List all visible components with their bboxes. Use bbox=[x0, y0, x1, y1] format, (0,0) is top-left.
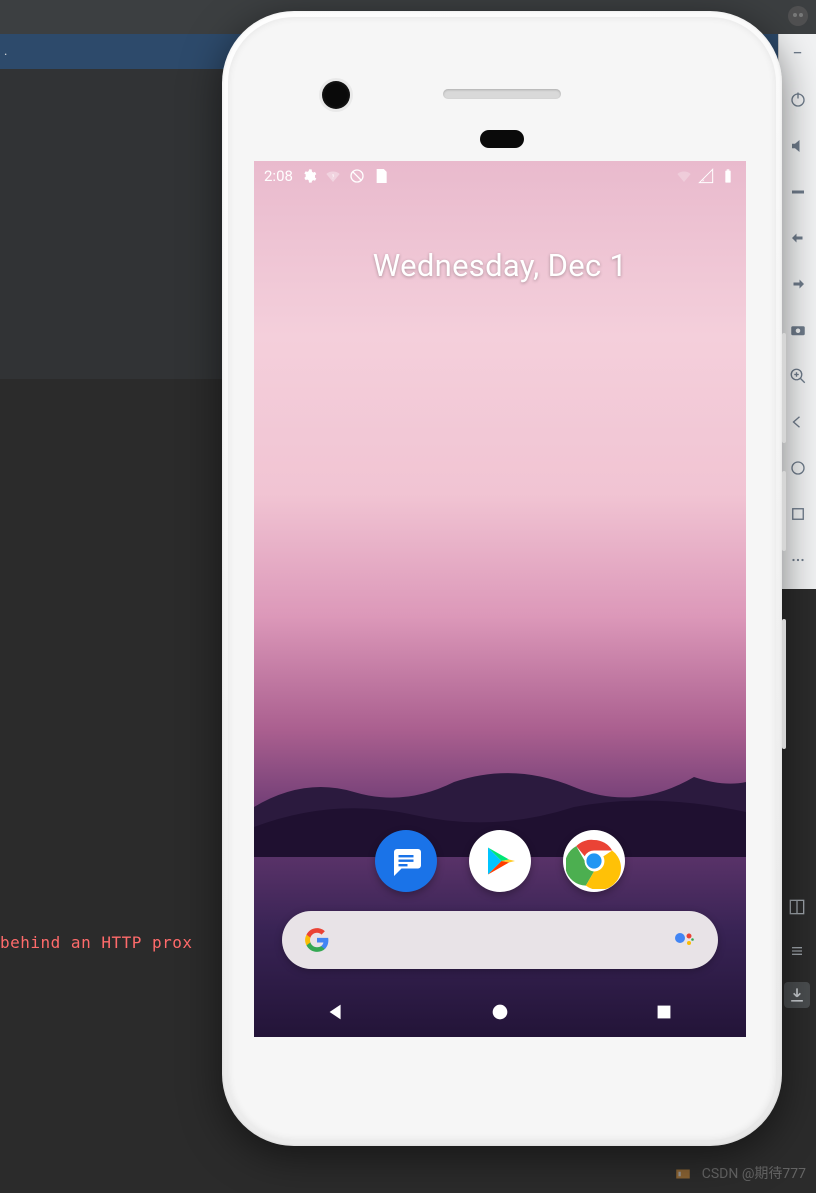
google-search-bar[interactable] bbox=[282, 911, 718, 969]
download-icon[interactable] bbox=[784, 982, 810, 1008]
chrome-app[interactable] bbox=[563, 830, 625, 892]
signal-no-data-icon: × bbox=[698, 168, 714, 184]
overview-icon[interactable] bbox=[788, 504, 808, 524]
zoom-in-icon[interactable] bbox=[788, 366, 808, 386]
volume-down-hw bbox=[782, 619, 786, 749]
layout-icon[interactable] bbox=[784, 894, 810, 920]
ide-bar-left-text: . bbox=[4, 44, 7, 59]
ide-side-icons bbox=[784, 894, 810, 1008]
rotate-right-icon[interactable] bbox=[788, 274, 808, 294]
back-icon[interactable] bbox=[788, 412, 808, 432]
nav-recents-button[interactable] bbox=[634, 992, 694, 1032]
wifi-dim-icon bbox=[676, 168, 692, 184]
android-nav-bar bbox=[254, 987, 746, 1037]
earpiece bbox=[443, 89, 561, 99]
front-camera bbox=[322, 81, 350, 109]
more-icon[interactable] bbox=[788, 550, 808, 570]
watermark: CSDN @期待777 bbox=[674, 1163, 806, 1183]
messages-app[interactable] bbox=[375, 830, 437, 892]
volume-icon[interactable] bbox=[788, 136, 808, 156]
emulator-phone-frame: 2:08 ? × Wednesday, Dec 1 bbox=[222, 11, 782, 1146]
phone-screen[interactable]: 2:08 ? × Wednesday, Dec 1 bbox=[254, 161, 746, 1037]
power-icon[interactable] bbox=[788, 90, 808, 110]
home-icon[interactable] bbox=[788, 458, 808, 478]
status-time: 2:08 bbox=[264, 167, 293, 185]
google-logo-icon bbox=[304, 927, 330, 953]
terminal-error-text: behind an HTTP prox bbox=[0, 933, 193, 952]
play-store-app[interactable] bbox=[469, 830, 531, 892]
nav-home-button[interactable] bbox=[470, 992, 530, 1032]
ide-logo-icon bbox=[786, 4, 810, 28]
minimize-button[interactable]: − bbox=[788, 44, 808, 64]
nav-back-button[interactable] bbox=[306, 992, 366, 1032]
home-date-widget[interactable]: Wednesday, Dec 1 bbox=[254, 247, 746, 284]
battery-icon bbox=[720, 168, 736, 184]
volume-up-hw bbox=[782, 471, 786, 551]
proximity-sensor bbox=[480, 130, 524, 148]
camera-icon[interactable] bbox=[788, 320, 808, 340]
collapse-icon[interactable] bbox=[784, 938, 810, 964]
gear-icon bbox=[301, 168, 317, 184]
power-button-hw bbox=[782, 333, 786, 443]
wifi-off-icon: ? bbox=[325, 168, 341, 184]
rotate-left-icon[interactable] bbox=[788, 228, 808, 248]
sd-card-icon bbox=[373, 168, 389, 184]
do-not-disturb-icon bbox=[349, 168, 365, 184]
volume-down-icon[interactable] bbox=[788, 182, 808, 202]
status-bar[interactable]: 2:08 ? × bbox=[254, 161, 746, 191]
google-assistant-icon[interactable] bbox=[672, 928, 696, 952]
app-dock bbox=[254, 830, 746, 892]
